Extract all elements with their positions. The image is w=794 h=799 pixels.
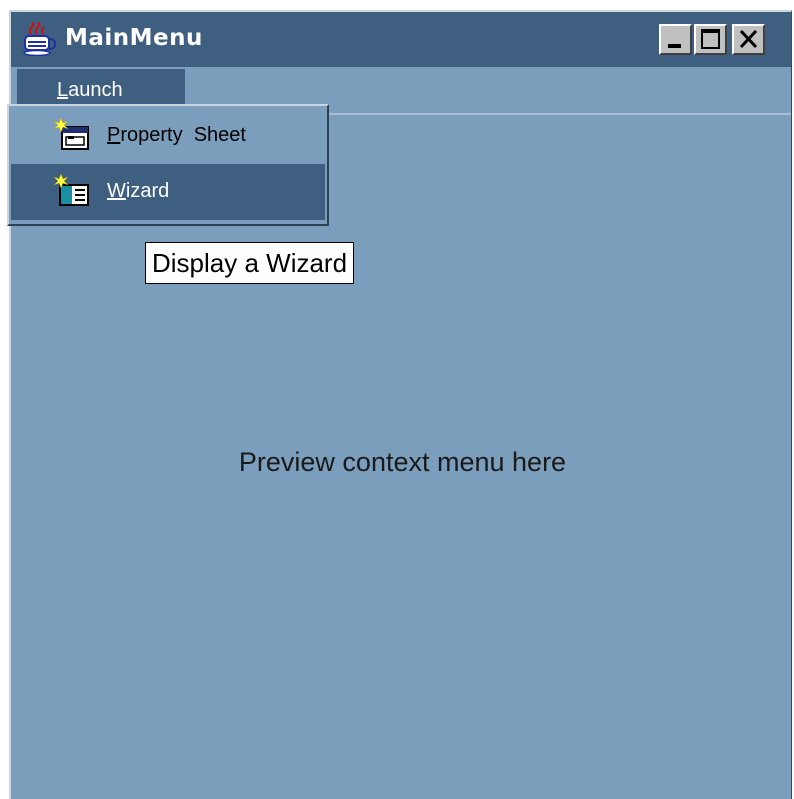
wizard-label-rest: izard [125,180,170,202]
menu-item-property-sheet[interactable]: Property Sheet [11,108,325,164]
java-coffee-cup-icon[interactable] [23,21,57,57]
menu-launch-mnemonic: L [57,79,69,101]
maximize-button[interactable] [694,24,727,55]
window-title: MainMenu [65,25,203,51]
preview-context-menu-text[interactable]: Preview context menu here [11,447,794,478]
title-bar[interactable]: MainMenu [11,12,791,67]
maximize-icon [701,29,720,49]
minimize-icon [668,44,681,48]
property-sheet-label-rest: roperty Sheet [120,124,246,146]
menu-item-wizard-label: Wizard [107,180,169,203]
close-icon [739,29,758,49]
wizard-icon [53,173,90,209]
menu-item-wizard[interactable]: Wizard [11,164,325,220]
menu-launch-label: aunch [68,79,123,101]
launch-dropdown-menu: Property Sheet Wizard [7,104,329,226]
wizard-mnemonic: W [107,180,126,202]
tooltip: Display a Wizard [145,242,355,284]
property-sheet-mnemonic: P [107,124,121,146]
menu-item-property-sheet-label: Property Sheet [107,124,246,147]
minimize-button[interactable] [659,24,692,55]
close-button[interactable] [732,24,765,55]
property-sheet-icon [53,117,90,153]
